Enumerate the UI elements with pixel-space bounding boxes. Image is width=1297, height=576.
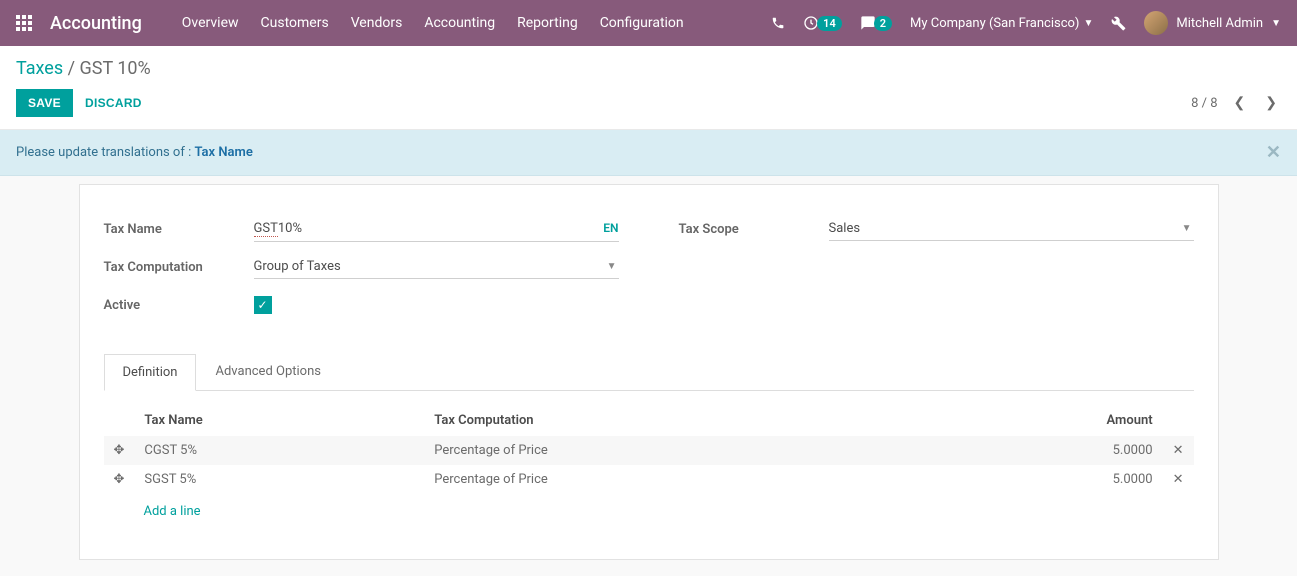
caret-down-icon: ▼	[1083, 18, 1093, 29]
nav-right: 14 2 My Company (San Francisco) ▼ Mitche…	[771, 11, 1281, 35]
app-title[interactable]: Accounting	[50, 13, 142, 34]
drag-handle-icon[interactable]: ✥	[104, 465, 135, 494]
label-tax-name: Tax Name	[104, 222, 254, 237]
form-sheet: Tax Name GST 10% EN Tax Computation Grou…	[79, 184, 1219, 560]
breadcrumb-separator: /	[68, 58, 80, 79]
user-name: Mitchell Admin	[1176, 16, 1263, 31]
discard-button[interactable]: DISCARD	[81, 89, 146, 117]
label-tax-scope: Tax Scope	[679, 222, 829, 237]
col-amount: Amount	[918, 405, 1162, 436]
tax-name-input-prefix: GST	[254, 221, 278, 237]
nav-vendors[interactable]: Vendors	[351, 15, 403, 31]
breadcrumb-current: GST 10%	[80, 58, 151, 79]
nav-menu: Overview Customers Vendors Accounting Re…	[182, 15, 771, 31]
nav-overview[interactable]: Overview	[182, 15, 239, 31]
activity-badge: 14	[817, 16, 842, 31]
cell-tax-computation: Percentage of Price	[424, 436, 918, 465]
messages-icon[interactable]: 2	[860, 15, 892, 31]
avatar	[1144, 11, 1168, 35]
pager-text: 8 / 8	[1191, 96, 1217, 111]
navbar: Accounting Overview Customers Vendors Ac…	[0, 0, 1297, 46]
tax-scope-select[interactable]: Sales	[829, 217, 1194, 241]
close-icon[interactable]: ✕	[1266, 142, 1281, 163]
add-line-link[interactable]: Add a line	[104, 494, 1194, 519]
alert-link[interactable]: Tax Name	[194, 145, 252, 160]
child-taxes-table: Tax Name Tax Computation Amount ✥ CGST 5…	[104, 405, 1194, 494]
language-badge[interactable]: EN	[603, 221, 618, 235]
pager-prev-icon[interactable]: ❮	[1230, 95, 1250, 111]
apps-icon[interactable]	[16, 15, 32, 31]
drag-handle-icon[interactable]: ✥	[104, 436, 135, 465]
nav-reporting[interactable]: Reporting	[517, 15, 578, 31]
label-tax-computation: Tax Computation	[104, 260, 254, 275]
nav-customers[interactable]: Customers	[261, 15, 329, 31]
company-name: My Company (San Francisco)	[910, 16, 1079, 31]
delete-row-icon[interactable]: ✕	[1163, 465, 1194, 494]
caret-down-icon: ▼	[1271, 18, 1281, 29]
cell-tax-name: CGST 5%	[134, 436, 424, 465]
user-menu[interactable]: Mitchell Admin ▼	[1144, 11, 1281, 35]
cell-tax-computation: Percentage of Price	[424, 465, 918, 494]
messages-badge: 2	[874, 16, 892, 31]
col-tax-computation: Tax Computation	[424, 405, 918, 436]
label-active: Active	[104, 298, 254, 313]
cell-amount: 5.0000	[918, 436, 1162, 465]
col-tax-name: Tax Name	[134, 405, 424, 436]
alert-text: Please update translations of :	[16, 145, 194, 160]
breadcrumb-parent[interactable]: Taxes	[16, 58, 63, 79]
delete-row-icon[interactable]: ✕	[1163, 436, 1194, 465]
translation-alert: Please update translations of : Tax Name…	[0, 130, 1297, 176]
table-row[interactable]: ✥ SGST 5% Percentage of Price 5.0000 ✕	[104, 465, 1194, 494]
nav-accounting[interactable]: Accounting	[424, 15, 495, 31]
tab-definition[interactable]: Definition	[104, 354, 197, 391]
table-row[interactable]: ✥ CGST 5% Percentage of Price 5.0000 ✕	[104, 436, 1194, 465]
cell-tax-name: SGST 5%	[134, 465, 424, 494]
tax-name-input[interactable]: GST 10%	[254, 217, 619, 242]
nav-configuration[interactable]: Configuration	[600, 15, 684, 31]
control-panel: Taxes / GST 10% SAVE DISCARD 8 / 8 ❮ ❯	[0, 46, 1297, 130]
company-selector[interactable]: My Company (San Francisco) ▼	[910, 16, 1093, 31]
breadcrumb: Taxes / GST 10%	[16, 58, 1281, 79]
pager-next-icon[interactable]: ❯	[1261, 95, 1281, 111]
tab-advanced-options[interactable]: Advanced Options	[196, 353, 339, 390]
pager: 8 / 8 ❮ ❯	[1191, 95, 1281, 111]
tabs: Definition Advanced Options	[104, 353, 1194, 391]
cell-amount: 5.0000	[918, 465, 1162, 494]
save-button[interactable]: SAVE	[16, 89, 73, 117]
activity-icon[interactable]: 14	[803, 15, 842, 31]
tax-computation-select[interactable]: Group of Taxes	[254, 255, 619, 279]
phone-icon[interactable]	[771, 16, 785, 30]
tax-name-input-suffix: 10%	[278, 221, 302, 237]
debug-icon[interactable]	[1111, 16, 1126, 31]
active-checkbox[interactable]: ✓	[254, 296, 272, 314]
